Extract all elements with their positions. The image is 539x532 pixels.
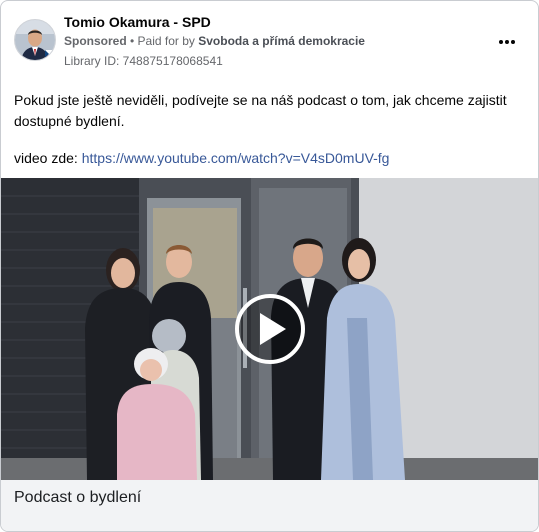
video-thumbnail[interactable] <box>1 178 538 480</box>
avatar-photo <box>15 20 55 60</box>
paid-for-prefix: Paid for by <box>137 34 199 48</box>
video-line: video zde: https://www.youtube.com/watch… <box>14 150 389 166</box>
more-options-button[interactable] <box>493 29 521 53</box>
link-caption-bar[interactable]: Podcast o bydlení <box>1 480 538 531</box>
video-link[interactable]: https://www.youtube.com/watch?v=V4sD0mUV… <box>82 150 390 166</box>
more-horizontal-icon <box>499 40 515 44</box>
video-prefix: video zde: <box>14 150 82 166</box>
sponsored-label: Sponsored <box>64 34 127 48</box>
library-id: Library ID: 748875178068541 <box>64 54 223 68</box>
ad-card: Tomio Okamura - SPD Sponsored • Paid for… <box>0 0 539 532</box>
sponsored-line: Sponsored • Paid for by Svoboda a přímá … <box>64 34 365 48</box>
post-text: Pokud jste ještě neviděli, podívejte se … <box>14 90 529 132</box>
video-frame <box>1 178 538 480</box>
video-title: Podcast o bydlení <box>14 489 142 506</box>
payer-name[interactable]: Svoboda a přímá demokracie <box>198 34 365 48</box>
post-header: Tomio Okamura - SPD Sponsored • Paid for… <box>1 1 538 81</box>
post-message: Pokud jste ještě neviděli, podívejte se … <box>14 92 507 129</box>
page-name[interactable]: Tomio Okamura - SPD <box>64 14 211 30</box>
page-avatar[interactable] <box>14 19 56 61</box>
meta-separator: • <box>126 34 138 48</box>
